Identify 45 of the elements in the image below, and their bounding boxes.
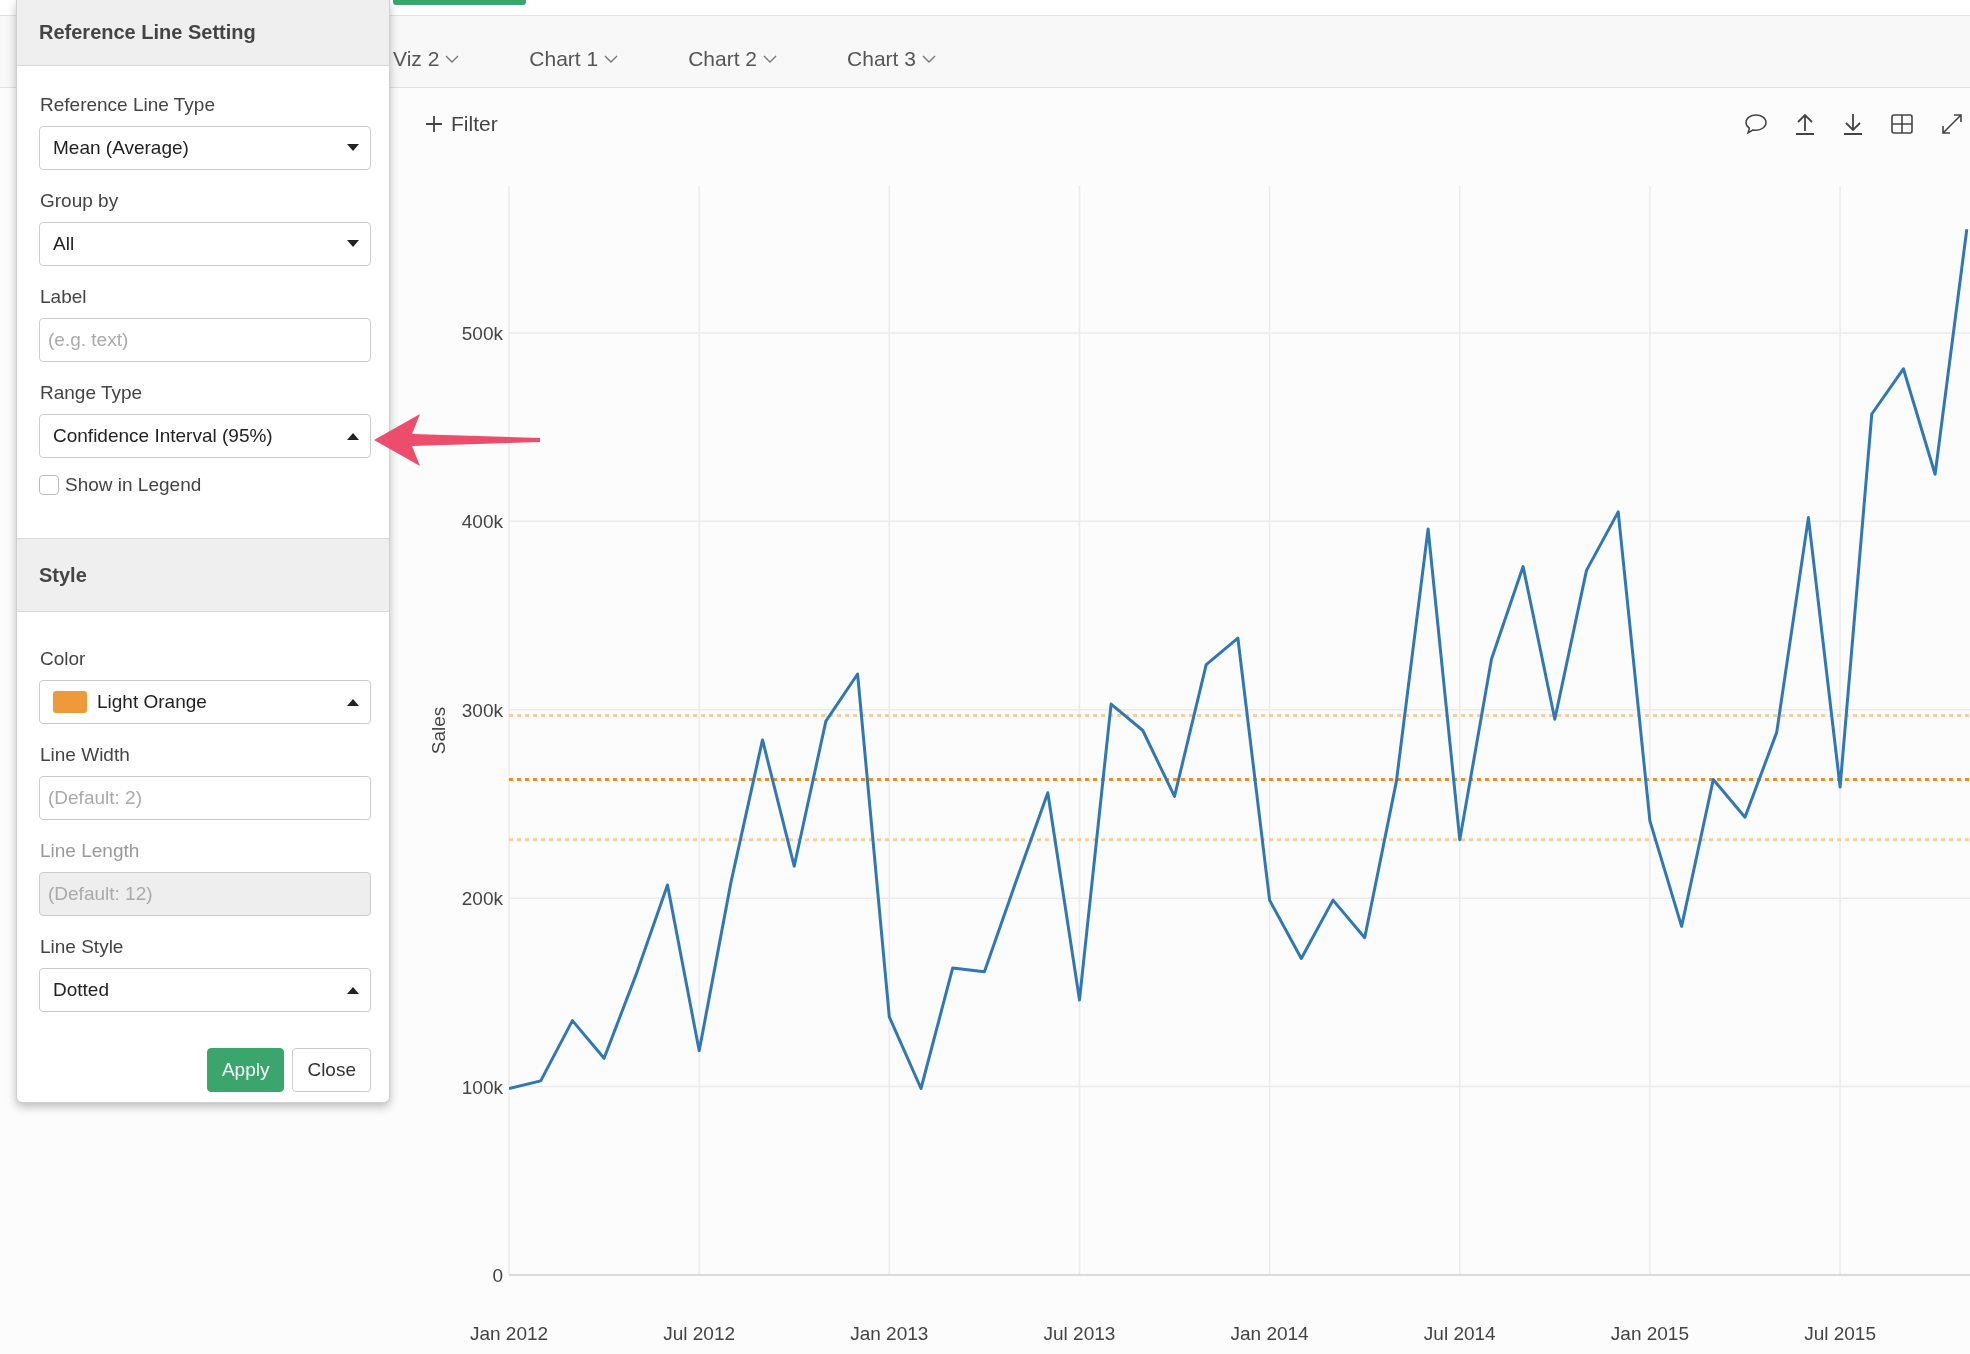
- chevron-down-icon: [763, 54, 778, 63]
- close-button[interactable]: Close: [292, 1048, 371, 1092]
- chart-tab[interactable]: Chart 3: [847, 46, 936, 71]
- axis-tick-label: Jul 2015: [1804, 1323, 1876, 1344]
- axis-tick-label: Jan 2015: [1610, 1323, 1689, 1344]
- field-label: Line Length: [40, 840, 141, 862]
- axis-tick-label: Jan 2013: [850, 1323, 929, 1344]
- checkbox[interactable]: [39, 475, 59, 495]
- chevron-down-icon: [445, 54, 460, 63]
- axis-tick-label: Jan 2014: [1230, 1323, 1309, 1344]
- select-dropdown[interactable]: All: [39, 222, 371, 266]
- field-label: Color: [40, 648, 87, 670]
- chevron-down-icon: [604, 54, 619, 63]
- select-dropdown[interactable]: Mean (Average): [39, 126, 371, 170]
- chart-tab[interactable]: Chart 1: [529, 46, 619, 71]
- select-dropdown[interactable]: Dotted: [39, 968, 371, 1012]
- select-dropdown[interactable]: Confidence Interval (95%): [39, 414, 371, 458]
- axis-tick-label: Jul 2013: [1043, 1323, 1116, 1344]
- axis-tick-label: 100k: [461, 1076, 503, 1098]
- axis-tick-label: Jul 2014: [1423, 1323, 1496, 1344]
- axis-tick-label: 400k: [461, 511, 503, 533]
- input-field[interactable]: (e.g. text): [39, 318, 371, 362]
- chart-tab[interactable]: Chart 2: [688, 46, 778, 71]
- field-label: Reference Line Type: [40, 94, 216, 116]
- axis-tick-label: Jan 2012: [469, 1323, 549, 1344]
- axis-tick-label: 200k: [461, 888, 503, 910]
- field-label: Line Width: [40, 744, 131, 766]
- axis-title: Sales: [428, 706, 449, 755]
- axis-tick-label: 0: [492, 1265, 503, 1286]
- input-field[interactable]: (Default: 2): [39, 776, 371, 820]
- field-label: Label: [40, 286, 88, 308]
- field-label: Line Style: [40, 936, 125, 958]
- field-label: Group by: [40, 190, 120, 212]
- plus-icon: [425, 115, 443, 133]
- chevron-down-icon: [921, 54, 936, 63]
- select-dropdown[interactable]: Light Orange: [39, 680, 371, 724]
- checkbox-label[interactable]: Show in Legend: [39, 474, 371, 496]
- axis-tick-label: Jul 2012: [663, 1323, 736, 1344]
- chart-tab[interactable]: Viz 2: [393, 46, 460, 71]
- section-title: Style: [17, 538, 389, 612]
- axis-tick-label: 500k: [461, 322, 503, 344]
- filter-button[interactable]: Filter: [425, 112, 498, 136]
- axis-tick-label: 300k: [461, 699, 503, 721]
- panel-title: Reference Line Setting: [17, 0, 389, 66]
- field-label: Range Type: [40, 382, 144, 404]
